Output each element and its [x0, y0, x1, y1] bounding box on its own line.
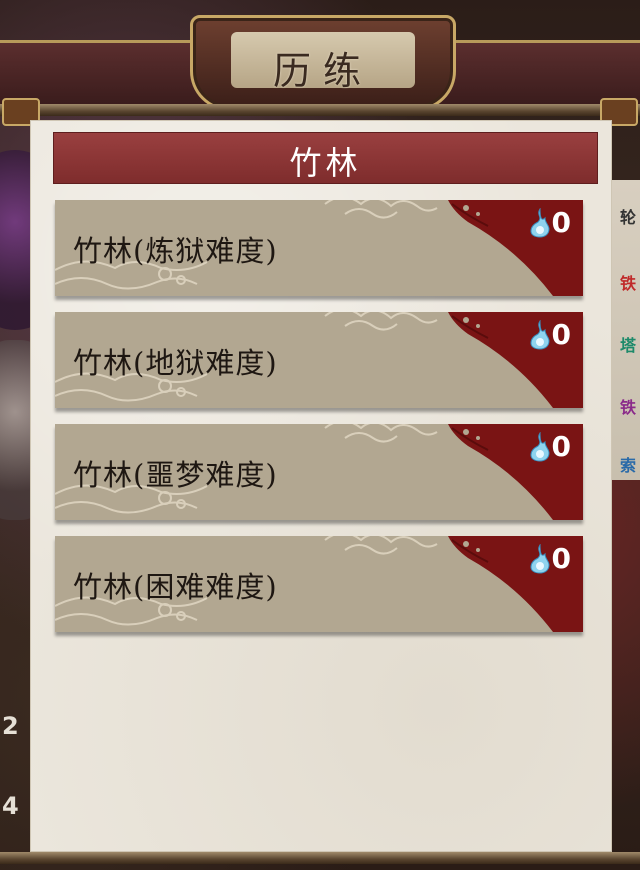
background-number: 2: [2, 712, 19, 740]
energy-cost: 0: [528, 544, 571, 574]
page-title: 历练: [272, 49, 373, 93]
energy-cost: 0: [528, 432, 571, 462]
blue-flame-icon: [530, 320, 550, 350]
cost-value: 0: [551, 542, 571, 575]
level-card-hard[interactable]: 竹林(困难难度) 0: [55, 536, 583, 632]
level-card-hell[interactable]: 竹林(地狱难度) 0: [55, 312, 583, 408]
cost-value: 0: [551, 318, 571, 351]
cost-value: 0: [551, 430, 571, 463]
cost-value: 0: [551, 206, 571, 239]
blue-flame-icon: [530, 208, 550, 238]
header-plate: 历练: [190, 15, 456, 111]
scroll-rod-bottom: [0, 852, 640, 864]
blue-flame-icon: [530, 544, 550, 574]
energy-cost: 0: [528, 320, 571, 350]
level-card-purgatory[interactable]: 竹林(炼狱难度) 0: [55, 200, 583, 296]
level-label: 竹林(困难难度): [73, 570, 278, 604]
section-banner: 竹林: [53, 132, 598, 184]
level-label: 竹林(炼狱难度): [73, 234, 278, 268]
level-card-nightmare[interactable]: 竹林(噩梦难度) 0: [55, 424, 583, 520]
background-panel: 轮 铁 塔 铁 索: [610, 180, 640, 480]
blue-flame-icon: [530, 432, 550, 462]
scroll-panel: 竹林 竹林(炼狱难度) 0 竹林(地狱难度) 0 竹林(噩梦难度) 0 竹林(困…: [30, 120, 612, 852]
section-title: 竹林: [289, 144, 362, 182]
background-number: 4: [2, 792, 19, 820]
level-label: 竹林(地狱难度): [73, 346, 278, 380]
level-label: 竹林(噩梦难度): [73, 458, 278, 492]
energy-cost: 0: [528, 208, 571, 238]
scroll-rod-top: [0, 104, 640, 116]
